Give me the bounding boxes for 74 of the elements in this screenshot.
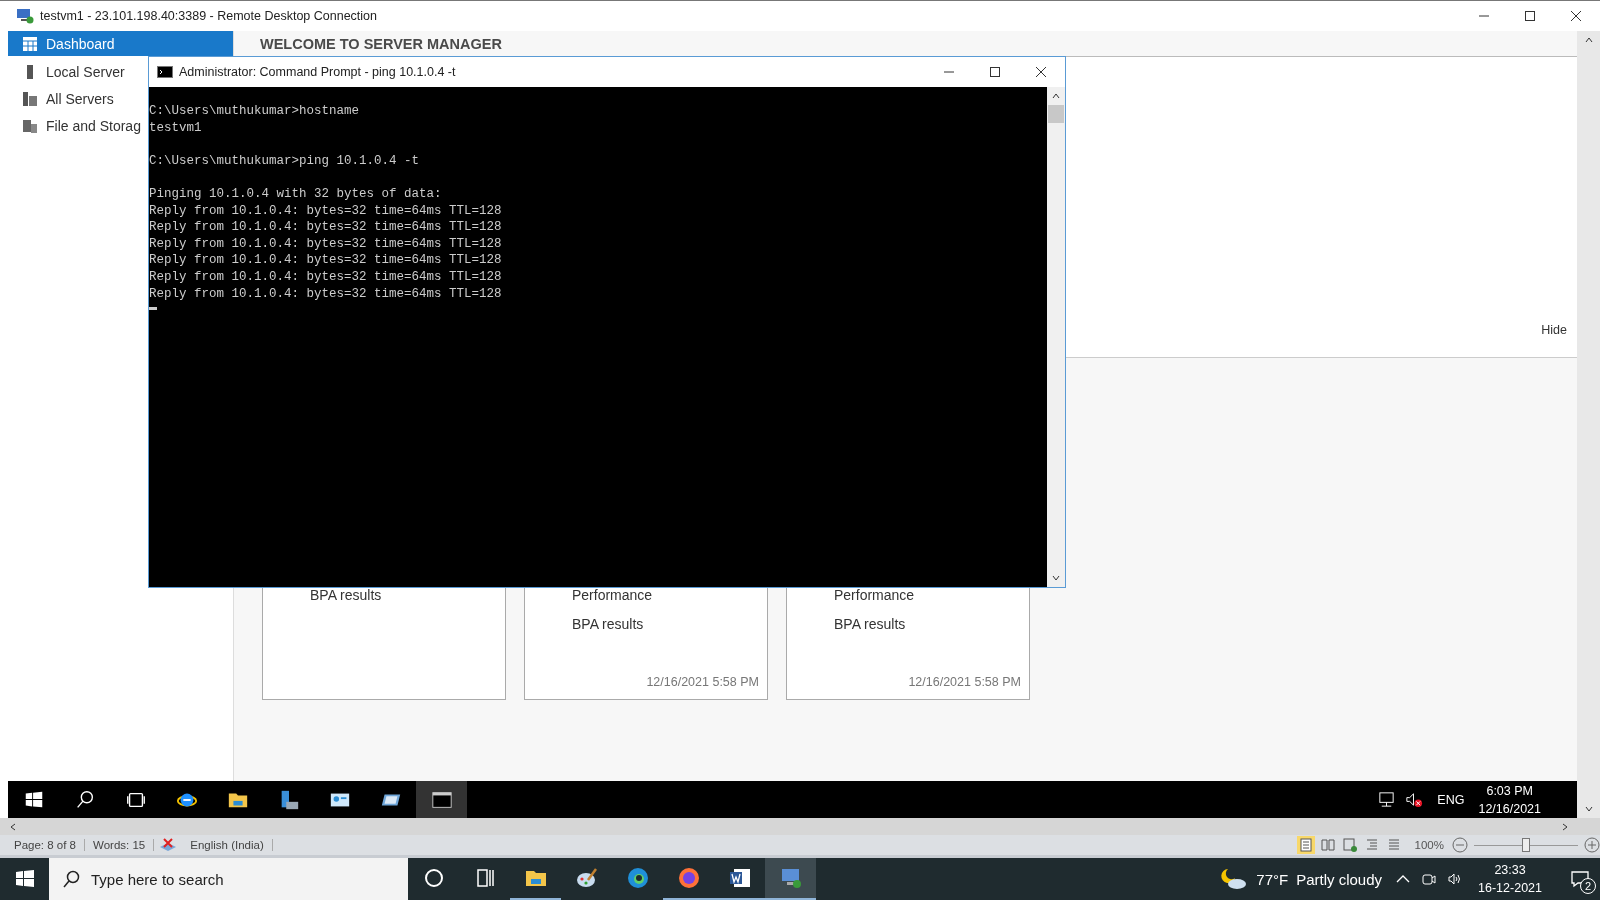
language-status[interactable]: English (India)	[182, 839, 273, 851]
window-title: Administrator: Command Prompt - ping 10.1.0.4 -t	[179, 65, 456, 79]
maximize-icon[interactable]	[1524, 10, 1536, 22]
console-line: Reply from 10.1.0.4: bytes=32 time=64ms TTL=128	[149, 252, 503, 269]
sidebar-item[interactable]: File and Storag	[8, 112, 148, 139]
network-icon[interactable]	[1377, 790, 1397, 809]
browser-icon	[625, 866, 650, 890]
servers-icon	[22, 90, 38, 107]
scroll-up-icon[interactable]	[1051, 91, 1061, 101]
window-title: testvm1 - 23.101.198.40:3389 - Remote Desktop Connection	[40, 9, 377, 23]
zoom-level[interactable]: 100%	[1414, 839, 1444, 851]
hide-link[interactable]: Hide	[1541, 323, 1567, 337]
scroll-down-icon[interactable]	[1583, 804, 1594, 814]
timestamp: 12/16/2021 5:58 PM	[908, 675, 1021, 689]
browser-icon	[676, 866, 701, 890]
sidebar-item[interactable]: Dashboard	[8, 31, 233, 56]
card-link[interactable]: BPA results	[834, 616, 1021, 645]
word-count[interactable]: Words: 15	[85, 839, 155, 851]
scroll-right-icon[interactable]	[1560, 821, 1570, 832]
clock[interactable]: 23:33 16-12-2021	[1478, 858, 1542, 900]
console-line: Reply from 10.1.0.4: bytes=32 time=64ms TTL=128	[149, 235, 503, 253]
card-link[interactable]: Performance	[834, 587, 1021, 616]
storage-icon	[22, 117, 38, 134]
page-count[interactable]: Page: 8 of 8	[6, 839, 86, 851]
terminal-icon	[157, 66, 173, 78]
web-layout-icon[interactable]	[1340, 836, 1359, 854]
console-line: testvm1	[149, 119, 203, 137]
document-icon	[727, 866, 752, 890]
card-link[interactable]: BPA results	[310, 587, 497, 616]
muted-speaker-icon[interactable]	[1404, 790, 1424, 809]
print-layout-icon[interactable]	[1296, 836, 1315, 854]
page-title: WELCOME TO SERVER MANAGER	[260, 35, 502, 52]
close-icon[interactable]	[1035, 66, 1047, 78]
scrollbar[interactable]	[1047, 87, 1065, 587]
grid-icon	[22, 35, 38, 52]
console-line: C:\Users\muthukumar>ping 10.1.0.4 -t	[149, 152, 421, 170]
scroll-left-icon[interactable]	[8, 821, 18, 832]
timestamp: 12/16/2021 5:58 PM	[646, 675, 759, 689]
close-icon[interactable]	[1570, 10, 1582, 22]
language-indicator[interactable]: ENG	[1437, 792, 1465, 807]
temperature[interactable]: 77°F	[1256, 870, 1289, 888]
chat-bubble-icon	[1570, 869, 1590, 889]
console-line: C:\Users\muthukumar>hostname	[149, 103, 361, 120]
sidebar-item[interactable]: Local Server	[8, 58, 148, 85]
notification-button[interactable]: 2	[1560, 858, 1600, 900]
scroll-up-icon[interactable]	[1583, 35, 1594, 45]
reading-view-icon[interactable]	[1318, 836, 1337, 854]
maximize-icon[interactable]	[989, 66, 1001, 78]
card-link[interactable]: Performance	[572, 587, 759, 616]
text-cursor	[149, 306, 157, 310]
scrollbar[interactable]	[1577, 31, 1600, 818]
console-line: Reply from 10.1.0.4: bytes=32 time=64ms TTL=128	[149, 202, 503, 220]
console-line: Reply from 10.1.0.4: bytes=32 time=64ms TTL=128	[149, 268, 503, 286]
scroll-thumb[interactable]	[1048, 105, 1064, 123]
search-field[interactable]: Type here to search	[49, 858, 408, 900]
weather-condition[interactable]: Partly cloudy	[1296, 870, 1383, 888]
monitor-icon	[16, 8, 34, 24]
weather-icon[interactable]	[1220, 867, 1249, 891]
horizontal-scrollbar[interactable]	[0, 818, 1600, 835]
scroll-down-icon[interactable]	[1051, 573, 1061, 583]
camera-icon[interactable]	[1421, 871, 1438, 887]
clock[interactable]: 6:03 PM 12/16/2021	[1478, 781, 1541, 818]
console-line: Reply from 10.1.0.4: bytes=32 time=64ms TTL=128	[149, 285, 503, 303]
palette-icon	[574, 866, 599, 890]
zoom-in-icon[interactable]	[1584, 837, 1600, 853]
zoom-slider-thumb[interactable]	[1522, 837, 1530, 852]
notification-count: 2	[1580, 878, 1596, 894]
taskbar-button[interactable]	[416, 781, 467, 818]
zoom-out-icon[interactable]	[1452, 837, 1468, 853]
search-icon	[61, 869, 81, 889]
sidebar-item[interactable]: All Servers	[8, 85, 148, 112]
card-link[interactable]: BPA results	[572, 616, 759, 645]
console-line: Reply from 10.1.0.4: bytes=32 time=64ms TTL=128	[149, 219, 503, 236]
console-line: Pinging 10.1.0.4 with 32 bytes of data:	[149, 185, 443, 203]
